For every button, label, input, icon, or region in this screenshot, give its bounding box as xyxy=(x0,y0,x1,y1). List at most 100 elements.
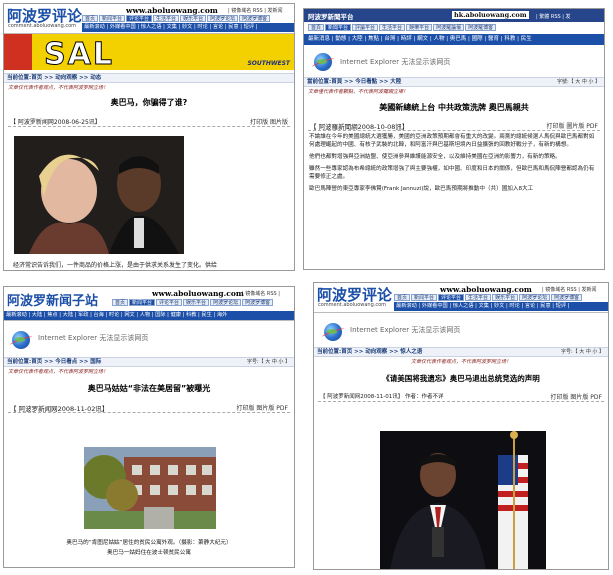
header-tools[interactable]: | 镜像域名 RSS | xyxy=(242,290,280,297)
sub-navigation[interactable]: 最新滚动 | 外媒看中国 | 惊人之语 | 文集 | 妙文 | 时论 | 言论 … xyxy=(394,302,608,311)
breadcrumb: 当前位置:首页 >> 动向观察 >> 惊人之语 字号:【 大 中 小 】 xyxy=(314,347,608,357)
site-topbar: 阿波罗新聞平台 hk.aboluowang.com | 繁體 RSS | 发 xyxy=(304,9,604,22)
ie-error-text: Internet Explorer 无法显示该网页 xyxy=(350,326,461,334)
tab-news[interactable]: 新闻平台 xyxy=(129,299,156,306)
breadcrumb: 当前位置:首页 >> 动向观察 >> 动态 xyxy=(4,73,294,83)
disclaimer: 文章僅代表作者觀點，不代表阿波羅網立場！ xyxy=(308,89,409,95)
tab-forum[interactable]: 阿波罗论坛 xyxy=(210,299,242,306)
article-headline: 美國新總統上台 中共政策洗牌 奧巴馬親共 xyxy=(379,103,529,112)
tab-forum[interactable]: 阿波罗论坛 xyxy=(519,294,551,301)
category-navbar[interactable]: 最新消息 | 動態 | 大陸 | 焦點 | 台灣 | 時評 | 網文 | 人物 … xyxy=(304,34,604,45)
sub-navigation[interactable]: 最新滚动 | 外媒看中国 | 惊人之语 | 文集 | 妙文 | 时论 | 言论 … xyxy=(82,23,294,32)
article-headline: 《请美国将我遗忘》奥巴马退出总统竞选的声明 xyxy=(382,374,540,383)
ie-error-row: Internet Explorer 无法显示该网页 xyxy=(314,313,608,347)
print-tools[interactable]: 打印版 图片版 PDF xyxy=(236,403,288,412)
tab-comment[interactable]: 评论平台 xyxy=(438,294,465,301)
ad-headline: SAL xyxy=(44,37,114,71)
ad-stripe xyxy=(4,34,32,70)
breadcrumb-text[interactable]: 当前位置:首页 >> 今日看点 >> 国际 xyxy=(7,359,101,365)
platform-tabs-row: 首頁 新聞平台 評論平台 生活平台 娛樂平台 阿波羅論壇 阿波羅博客 xyxy=(304,22,604,34)
tab-news[interactable]: 新闻平台 xyxy=(99,15,126,22)
site-url[interactable]: hk.aboluowang.com xyxy=(452,11,529,19)
breadcrumb-text[interactable]: 當前位置:首頁 >> 今日看點 >> 大陸 xyxy=(307,79,401,85)
topbar-title[interactable]: 阿波罗新聞平台 xyxy=(308,11,354,21)
site-logo[interactable]: 阿波罗新闻子站 xyxy=(7,290,98,309)
site-header: 阿波罗评论 comment.aboluowang.com www.aboluow… xyxy=(4,4,294,34)
tab-home[interactable]: 首页 xyxy=(394,294,411,301)
print-tools[interactable]: 打印版 图片版 PDF xyxy=(550,392,602,401)
tab-blog[interactable]: 阿波羅博客 xyxy=(465,24,497,31)
breadcrumb-text[interactable]: 当前位置:首页 >> 动向观察 >> 惊人之语 xyxy=(317,349,422,355)
breadcrumb: 当前位置:首页 >> 今日看点 >> 国际 字号:【 大 中 小 】 xyxy=(4,357,294,367)
ie-error-text: Internet Explorer 无法显示该网页 xyxy=(38,334,149,342)
print-tools[interactable]: 打印版 圖片版 PDF xyxy=(546,121,598,130)
tab-home[interactable]: 首页 xyxy=(112,299,129,306)
font-size-selector[interactable]: 字号:【 大 中 小 】 xyxy=(247,358,290,367)
print-tools[interactable]: 打印版 图片版 xyxy=(250,117,288,126)
screenshot-panel-hk-traditional: 阿波罗新聞平台 hk.aboluowang.com | 繁體 RSS | 发 首… xyxy=(303,8,605,270)
tab-comment[interactable]: 評論平台 xyxy=(352,24,379,31)
tab-life[interactable]: 生活平台 xyxy=(153,15,180,22)
article-meta: 【 阿波罗新闻网2008-11-02讯】 打印版 图片版 PDF xyxy=(8,401,290,413)
banner-ad[interactable]: SAL SOUTHWEST xyxy=(4,34,294,70)
ad-brand: SOUTHWEST xyxy=(247,60,290,67)
article-date: 【 阿波罗新闻网2008-11-01讯】 作者：作者不详 xyxy=(320,394,444,400)
breadcrumb-text[interactable]: 当前位置:首页 >> 动向观察 >> 动态 xyxy=(7,75,101,81)
tab-entertainment[interactable]: 娛樂平台 xyxy=(406,24,433,31)
tab-entertainment[interactable]: 娱乐平台 xyxy=(492,294,519,301)
article-meta: 【 阿波罗新闻网2008-06-25讯】 打印版 图片版 xyxy=(8,115,290,127)
photo-illustration xyxy=(84,447,216,529)
ie-globe-icon xyxy=(324,323,342,341)
tab-news[interactable]: 新闻平台 xyxy=(411,294,438,301)
header-tools[interactable]: | 镜像域名 RSS | 发新闻 xyxy=(228,7,283,14)
disclaimer: 文章仅代表作者观点，不代表阿波罗网立场！ xyxy=(410,359,511,365)
ie-globe-icon xyxy=(314,53,332,71)
header-tools[interactable]: | 繁體 RSS | 发 xyxy=(536,13,571,20)
tab-comment[interactable]: 评论平台 xyxy=(126,15,153,22)
sub-navigation[interactable]: 最新滚动 | 大陆 | 焦点 | 大陆 | 军政 | 台海 | 时论 | 网文 … xyxy=(4,311,294,320)
article-body: 经济常识告诉我们，一件商品的价格上涨，是由于供求关系发生了变化。供给 xyxy=(13,262,218,269)
platform-tabs: 首页 新闻平台 评论平台 生活平台 娱乐平台 阿波罗论坛 阿波罗博客 xyxy=(82,15,271,22)
article-body: 不論誰在今年的美國總統大選獲勝，美國的亞洲政策預期都會有重大的改變。兩黨的總統候… xyxy=(304,131,604,195)
article-date: 【 阿波羅新聞網2008-10-08訊】 xyxy=(310,123,409,131)
ie-error-row: Internet Explorer 无法显示该网页 xyxy=(304,45,604,77)
ie-globe-icon xyxy=(12,331,30,349)
paragraph: 歐巴馬陣營的東亞專家李佛賢(Frank Jannuzi)說，歐巴馬預期將推動中（… xyxy=(309,186,534,192)
tab-blog[interactable]: 阿波罗博客 xyxy=(242,299,274,306)
site-url[interactable]: www.aboluowang.com xyxy=(152,289,244,298)
tab-blog[interactable]: 阿波罗博客 xyxy=(551,294,583,301)
tab-forum[interactable]: 阿波罗论坛 xyxy=(207,15,239,22)
photo-caption-2: 奥巴马一姑妈住在波士顿贫民公寓 xyxy=(107,550,191,556)
disclaimer: 文章仅代表作者观点，不代表阿波罗网立场！ xyxy=(8,85,109,91)
tab-blog[interactable]: 阿波罗博客 xyxy=(239,15,271,22)
site-url[interactable]: www.aboluowang.com xyxy=(440,285,532,294)
article-meta: 【 阿波罗新闻网2008-11-01讯】 作者：作者不详 打印版 图片版 PDF xyxy=(318,390,604,402)
tab-home[interactable]: 首页 xyxy=(82,15,99,22)
tab-entertainment[interactable]: 娱乐平台 xyxy=(183,299,210,306)
article-date: 【 阿波罗新闻网2008-06-25讯】 xyxy=(10,119,101,126)
paragraph: 他們也都對增強與亞洲結盟、使亞洲參與維護能源安全，以及維持美國在亞洲的影響力，有… xyxy=(309,154,561,160)
site-url[interactable]: www.aboluowang.com xyxy=(126,6,218,15)
site-logo-subtitle: comment.aboluowang.com xyxy=(318,302,387,308)
tab-comment[interactable]: 评论平台 xyxy=(156,299,183,306)
tab-entertainment[interactable]: 娱乐平台 xyxy=(180,15,207,22)
platform-tabs: 首頁 新聞平台 評論平台 生活平台 娛樂平台 阿波羅論壇 阿波羅博客 xyxy=(308,24,497,31)
header-tools[interactable]: | 镜像域名 RSS | 发新闻 xyxy=(542,286,597,293)
screenshot-panel-comment-second: 阿波罗评论 comment.aboluowang.com www.aboluow… xyxy=(313,282,609,570)
tab-life[interactable]: 生活平台 xyxy=(379,24,406,31)
platform-tabs: 首页 新闻平台 评论平台 娱乐平台 阿波罗论坛 阿波罗博客 xyxy=(112,299,274,306)
article-photo xyxy=(84,447,216,529)
tab-home[interactable]: 首頁 xyxy=(308,24,325,31)
tab-forum[interactable]: 阿波羅論壇 xyxy=(433,24,465,31)
article-photo xyxy=(14,136,184,254)
tab-life[interactable]: 生活平台 xyxy=(465,294,492,301)
ie-error-row: Internet Explorer 无法显示该网页 xyxy=(4,321,294,357)
font-size-selector[interactable]: 字号:【 大 中 小 】 xyxy=(561,348,604,357)
photo-illustration xyxy=(14,136,184,254)
site-logo-subtitle: comment.aboluowang.com xyxy=(8,23,77,29)
font-size-selector[interactable]: 字號:【 大 中 小 】 xyxy=(557,78,600,87)
paragraph: 不論誰在今年的美國總統大選獲勝，美國的亞洲政策預期都會有重大的改變。兩黨的總統候… xyxy=(309,134,595,148)
photo-caption: 奥巴马的“肯图尼姑姑”居住的贫民公寓外观。（摄影：萧静大纪元） xyxy=(66,540,232,546)
tab-news[interactable]: 新聞平台 xyxy=(325,24,352,31)
breadcrumb: 當前位置:首頁 >> 今日看點 >> 大陸 字號:【 大 中 小 】 xyxy=(304,77,604,87)
